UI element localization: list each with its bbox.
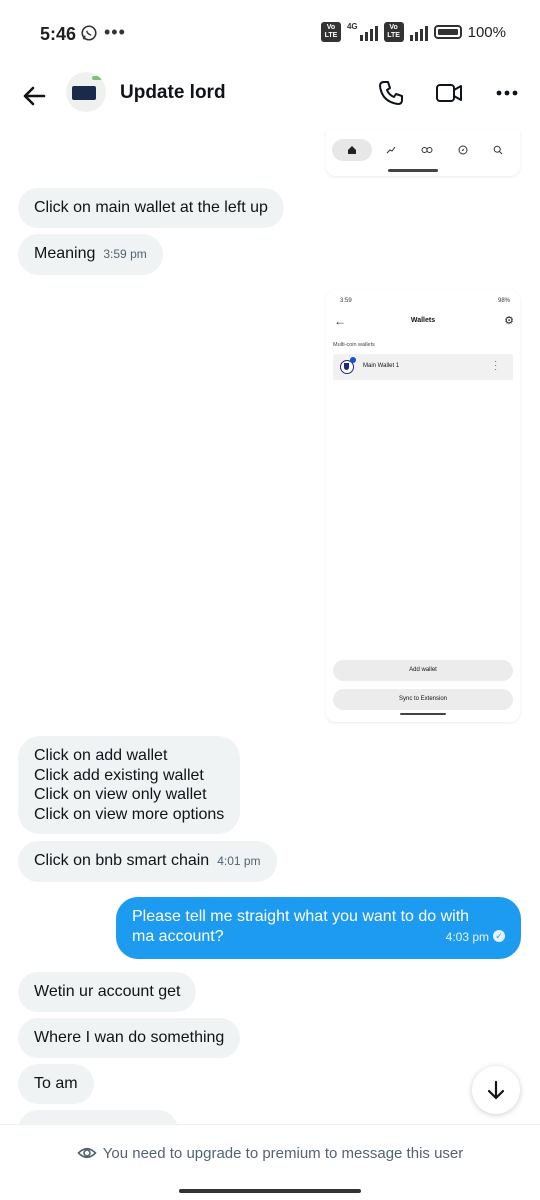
read-check-icon: ✓ (493, 930, 505, 943)
status-time: 5:46 (40, 24, 77, 44)
preview-time: 3:59 (340, 298, 352, 304)
preview-add-wallet-button: Add wallet (333, 660, 513, 681)
message-footer: ma account? 4:03 pm ✓ (132, 927, 505, 948)
preview-kebab-icon: · · · (494, 357, 497, 374)
message-line: Click add existing wallet (34, 766, 204, 784)
message-incoming[interactable]: Click on main wallet at the left up (18, 188, 284, 228)
message-text: Where I wan do something (34, 1029, 225, 1046)
message-incoming[interactable]: To am (18, 1064, 94, 1104)
eye-icon (77, 1147, 97, 1159)
compass-icon (447, 139, 479, 161)
image-attachment-wallets[interactable]: 3:59 98% ← Wallets ⚙ Multi-coin wallets … (326, 290, 520, 722)
infinity-icon (411, 139, 443, 161)
preview-wallet-name: Main Wallet 1 (363, 363, 400, 369)
home-icon (331, 139, 372, 161)
preview-home-indicator (388, 169, 438, 172)
message-incoming[interactable]: Meaning 3:59 pm (18, 234, 163, 275)
preview-title: Wallets (410, 317, 436, 324)
status-indicators: Vo LTE 4G Vo LTE 100% (320, 22, 506, 42)
preview-home-indicator (400, 712, 446, 715)
message-timestamp: 3:59 pm (103, 247, 147, 261)
composer-footer: You need to upgrade to premium to messag… (0, 1124, 540, 1200)
message-line: Click on view only wallet (34, 786, 207, 803)
message-incoming[interactable]: Wetin ur account get (18, 972, 197, 1012)
signal-icon-2 (409, 23, 428, 41)
message-text: To am (34, 1075, 78, 1092)
chat-header: Update lord (0, 68, 540, 122)
phone-icon[interactable] (376, 78, 406, 108)
arrow-down-icon (487, 1080, 505, 1100)
message-incoming[interactable]: Click on bnb smart chain 4:01 pm (18, 841, 277, 882)
status-bar: 5:46 ••• Vo LTE 4G Vo LTE 100% (0, 0, 540, 68)
volte-icon-2: Vo LTE (383, 22, 404, 42)
premium-notice-text: You need to upgrade to premium to messag… (102, 1144, 464, 1162)
message-line: Please tell me straight what you want to… (132, 908, 470, 925)
message-outgoing[interactable]: Please tell me straight what you want to… (116, 897, 521, 959)
back-arrow-icon[interactable] (18, 80, 50, 112)
conversation-title[interactable]: Update lord (120, 82, 226, 104)
message-text: Click on main wallet at the left up (34, 199, 268, 216)
volte-icon: Vo LTE (320, 22, 341, 42)
message-text: Meaning (34, 245, 96, 262)
battery-percent: 100% (467, 23, 506, 41)
preview-check-badge-icon (350, 357, 356, 363)
message-line: Click on add wallet (34, 747, 168, 764)
message-text: Wetin ur account get (34, 983, 181, 1000)
preview-section-label: Multi-coin wallets (333, 342, 375, 348)
message-timestamp: 4:01 pm (217, 854, 261, 868)
signal-icon (359, 23, 378, 41)
network-type: 4G (346, 22, 358, 31)
message-text: Click on bnb smart chain (34, 852, 210, 869)
preview-navbar (330, 138, 516, 162)
search-icon (482, 139, 514, 161)
preview-battery: 98% (497, 298, 510, 304)
trending-icon (375, 139, 407, 161)
message-line: ma account? (132, 928, 224, 945)
message-line: Click on view more options (34, 805, 225, 823)
preview-sync-button: Sync to Extension (333, 689, 513, 710)
gesture-bar[interactable] (179, 1189, 361, 1193)
battery-icon (433, 25, 462, 39)
scroll-to-bottom-button[interactable] (472, 1066, 520, 1114)
message-incoming[interactable]: Where I wan do something (18, 1018, 241, 1058)
avatar[interactable] (66, 72, 106, 112)
more-options-icon[interactable] (492, 78, 522, 108)
message-timestamp: 4:03 pm (445, 929, 489, 944)
premium-notice[interactable]: You need to upgrade to premium to messag… (0, 1143, 540, 1163)
message-incoming[interactable]: Click on add wallet Click add existing w… (18, 736, 241, 834)
image-attachment-navbar[interactable] (326, 130, 520, 176)
notification-dots: ••• (104, 22, 126, 42)
preview-gear-icon: ⚙ (504, 315, 514, 327)
whatsapp-icon (81, 25, 97, 41)
preview-wallet-row: Main Wallet 1 · · · (333, 354, 513, 380)
video-call-icon[interactable] (434, 78, 464, 108)
